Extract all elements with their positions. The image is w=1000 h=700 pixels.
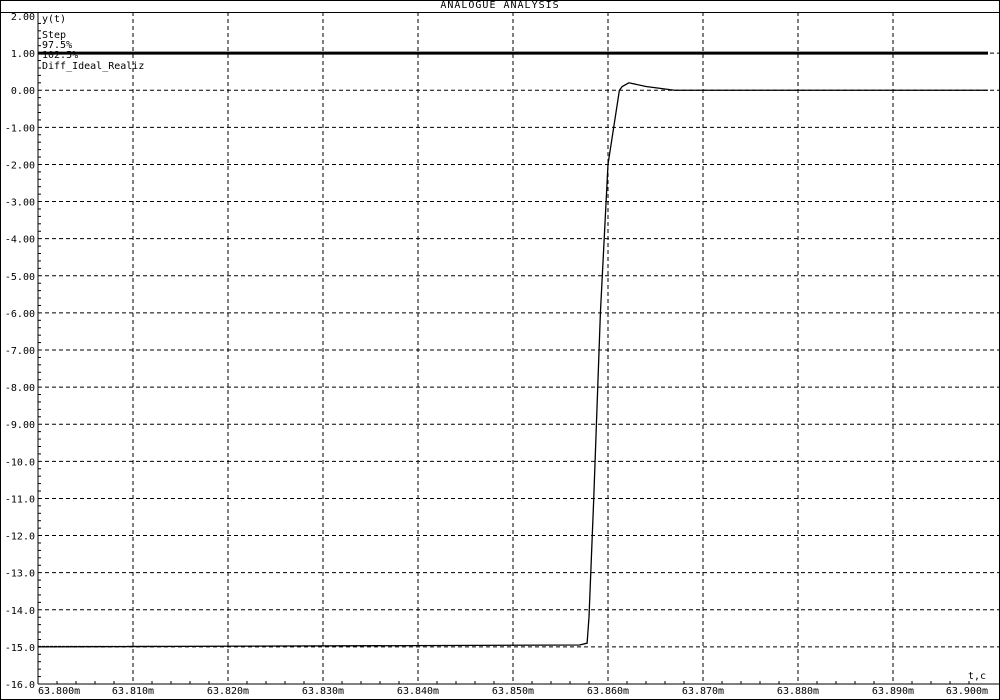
x-tick-label: 63.880m xyxy=(777,686,819,697)
x-axis-label: t,c xyxy=(968,671,986,682)
y-tick-label: 2.00 xyxy=(11,12,35,23)
y-tick-label: -1.00 xyxy=(5,123,35,134)
x-tick-label: 63.840m xyxy=(397,686,439,697)
y-tick-label: -9.00 xyxy=(5,420,35,431)
x-tick-label: 63.900m xyxy=(946,686,988,697)
y-tick-label: 0.00 xyxy=(11,86,35,97)
y-tick-label: -8.00 xyxy=(5,383,35,394)
y-tick-label: -13.0 xyxy=(5,569,35,580)
legend-entry: y(t) xyxy=(42,14,66,25)
y-tick-label: -2.00 xyxy=(5,160,35,171)
y-tick-label: -3.00 xyxy=(5,198,35,209)
x-tick-label: 63.800m xyxy=(38,686,80,697)
y-tick-label: -14.0 xyxy=(5,606,35,617)
x-tick-label: 63.830m xyxy=(302,686,344,697)
y-tick-label: -12.0 xyxy=(5,532,35,543)
x-tick-label: 63.820m xyxy=(207,686,249,697)
y-tick-label: -15.0 xyxy=(5,643,35,654)
x-tick-label: 63.870m xyxy=(682,686,724,697)
y-tick-label: -4.00 xyxy=(5,235,35,246)
y-tick-label: -5.00 xyxy=(5,272,35,283)
chart: 63.800m 63.810m 63.820m 63.830m 63.840m 63.85… xyxy=(5,12,1000,697)
x-tick-label: 63.890m xyxy=(872,686,914,697)
y-tick-label: -10.0 xyxy=(5,457,35,468)
legend-entry: Diff_Ideal_Realiz xyxy=(42,61,144,72)
x-tick-label: 63.810m xyxy=(112,686,154,697)
x-tick-label: 63.860m xyxy=(587,686,629,697)
x-tick-label: 63.850m xyxy=(492,686,534,697)
y-tick-label: -11.0 xyxy=(5,494,35,505)
y-tick-label: 1.00 xyxy=(11,49,35,60)
y-tick-label: -7.00 xyxy=(5,346,35,357)
y-tick-label: -6.00 xyxy=(5,309,35,320)
y-tick-label: -16.0 xyxy=(5,680,35,691)
